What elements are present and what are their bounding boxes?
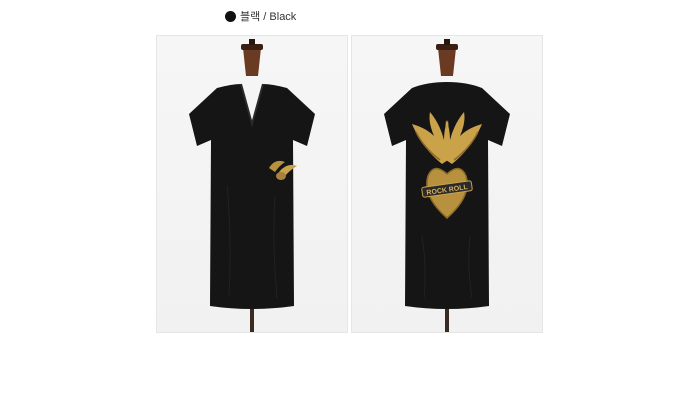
mannequin-neck: [438, 48, 456, 76]
color-swatch-black: [225, 10, 236, 22]
stand-pole: [250, 306, 254, 332]
front-tshirt-image: [189, 39, 315, 332]
color-name-text: 블랙 / Black: [240, 11, 297, 23]
back-view-photo: ROCK ROLL: [351, 35, 543, 333]
back-tshirt-image: ROCK ROLL: [384, 39, 510, 332]
mannequin-neck: [243, 48, 261, 76]
front-view-photo: [156, 35, 348, 333]
stand-pole: [445, 306, 449, 332]
color-option-label: 블랙 / Black: [225, 8, 296, 24]
front-shirt: [189, 84, 315, 309]
